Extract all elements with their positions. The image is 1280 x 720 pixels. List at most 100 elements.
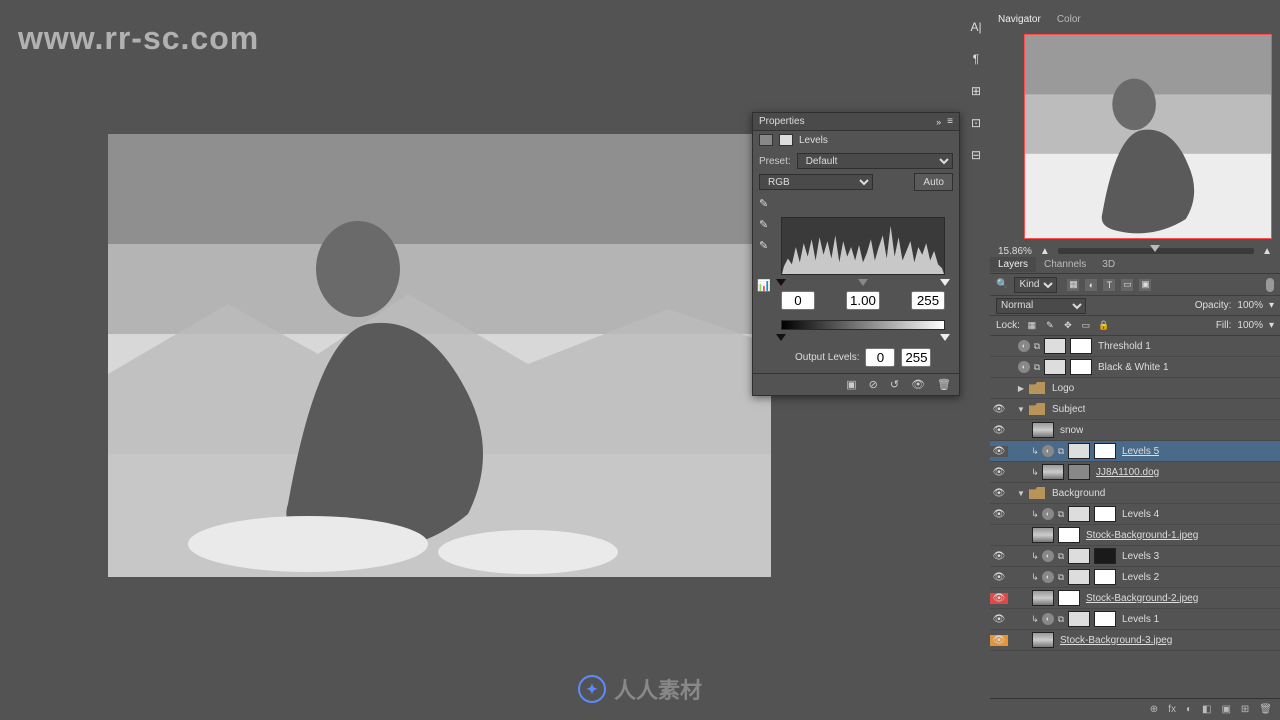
layer-mask-thumbnail[interactable] [1068, 464, 1090, 480]
input-black-field[interactable] [781, 291, 815, 310]
layer-name[interactable]: Levels 3 [1122, 551, 1159, 562]
layer-mask-thumbnail[interactable] [1058, 590, 1080, 606]
layer-name[interactable]: JJ8A1100.dog [1096, 467, 1159, 478]
toolstrip-icon-1[interactable]: ¶ [966, 50, 986, 68]
tab-color[interactable]: Color [1049, 12, 1089, 27]
layer-name[interactable]: Subject [1052, 404, 1085, 415]
fill-dropdown-icon[interactable]: ▾ [1269, 320, 1274, 331]
black-point-slider[interactable] [776, 279, 786, 286]
toolstrip-icon-0[interactable]: A| [966, 18, 986, 36]
layer-mask-thumbnail[interactable] [1094, 569, 1116, 585]
filter-shape-icon[interactable]: ▭ [1121, 279, 1133, 291]
histogram-warning-icon[interactable]: 📊 [757, 279, 771, 292]
group-disclosure-icon[interactable]: ▶ [1016, 384, 1026, 393]
layers-footer-icon-2[interactable]: ◐ [1186, 704, 1192, 715]
layer-mask-thumbnail[interactable] [1058, 527, 1080, 543]
document-canvas[interactable] [108, 134, 771, 577]
link-icon[interactable]: ⧉ [1056, 509, 1066, 520]
layers-footer-icon-0[interactable]: ⊕ [1150, 704, 1158, 715]
properties-footer-icon-2[interactable]: ↺ [890, 378, 899, 391]
link-icon[interactable]: ⧉ [1056, 614, 1066, 625]
lock-all-icon[interactable]: 🔒 [1098, 320, 1110, 332]
layer-visibility-toggle[interactable]: 👁 [990, 404, 1008, 415]
layer-name[interactable]: Levels 2 [1122, 572, 1159, 583]
filter-icon[interactable]: 🔍 [996, 279, 1008, 290]
lock-artboard-icon[interactable]: ▭ [1080, 320, 1092, 332]
layer-visibility-toggle[interactable]: 👁 [990, 467, 1008, 478]
layer-name[interactable]: snow [1060, 425, 1083, 436]
layer-row-9[interactable]: Stock-Background-1.jpeg [990, 525, 1280, 546]
layer-thumbnail[interactable] [1032, 422, 1054, 438]
layers-footer-icon-1[interactable]: fx [1168, 704, 1176, 715]
layer-visibility-toggle[interactable]: 👁 [990, 572, 1008, 583]
layer-visibility-toggle[interactable]: 👁 [990, 425, 1008, 436]
preset-select[interactable]: Default [797, 153, 953, 169]
zoom-out-icon[interactable]: ▲ [1040, 246, 1050, 257]
layer-visibility-toggle[interactable]: 👁 [990, 509, 1008, 520]
layer-row-4[interactable]: 👁 snow [990, 420, 1280, 441]
zoom-value[interactable]: 15.86% [998, 246, 1032, 257]
lock-transparency-icon[interactable]: ▦ [1026, 320, 1038, 332]
layer-thumbnail[interactable] [1032, 632, 1054, 648]
layer-name[interactable]: Logo [1052, 383, 1074, 394]
link-icon[interactable]: ⧉ [1056, 551, 1066, 562]
layer-row-7[interactable]: 👁▼Background [990, 483, 1280, 504]
layer-visibility-toggle[interactable]: 👁 [990, 635, 1008, 646]
white-point-slider[interactable] [940, 279, 950, 286]
toolstrip-icon-3[interactable]: ⊡ [966, 114, 986, 132]
link-icon[interactable]: ⧉ [1056, 446, 1066, 457]
layer-thumbnail[interactable] [1068, 548, 1090, 564]
output-gradient[interactable] [781, 320, 945, 330]
layer-mask-thumbnail[interactable] [1094, 506, 1116, 522]
tab-channels[interactable]: Channels [1036, 257, 1094, 272]
layer-name[interactable]: Levels 4 [1122, 509, 1159, 520]
lock-paint-icon[interactable]: ✎ [1044, 320, 1056, 332]
layer-row-6[interactable]: 👁↳JJ8A1100.dog [990, 462, 1280, 483]
layer-thumbnail[interactable] [1068, 569, 1090, 585]
layer-row-5[interactable]: 👁↳◐⧉Levels 5 [990, 441, 1280, 462]
white-eyedropper-icon[interactable]: ✎ [759, 239, 768, 252]
properties-footer-icon-0[interactable]: ▣ [846, 378, 856, 391]
lock-position-icon[interactable]: ✥ [1062, 320, 1074, 332]
layer-name[interactable]: Stock-Background-1.jpeg [1086, 530, 1198, 541]
input-white-field[interactable] [911, 291, 945, 310]
properties-footer-icon-1[interactable]: ⊘ [869, 378, 878, 391]
layer-visibility-toggle[interactable]: 👁 [990, 488, 1008, 499]
layer-row-10[interactable]: 👁↳◐⧉Levels 3 [990, 546, 1280, 567]
layer-thumbnail[interactable] [1032, 527, 1054, 543]
layer-name[interactable]: Levels 5 [1122, 446, 1159, 457]
output-white-field[interactable] [901, 348, 931, 367]
layer-thumbnail[interactable] [1044, 338, 1066, 354]
output-white-slider[interactable] [940, 334, 950, 341]
blend-mode-select[interactable]: Normal [996, 298, 1086, 314]
output-black-field[interactable] [865, 348, 895, 367]
link-icon[interactable]: ⧉ [1032, 362, 1042, 373]
layers-footer-icon-4[interactable]: ▣ [1221, 704, 1230, 715]
layer-mask-thumbnail[interactable] [1094, 548, 1116, 564]
layer-visibility-toggle[interactable]: 👁 [990, 593, 1008, 604]
input-mid-field[interactable] [846, 291, 880, 310]
layer-row-1[interactable]: ◐⧉Black & White 1 [990, 357, 1280, 378]
layer-name[interactable]: Black & White 1 [1098, 362, 1169, 373]
filter-smart-icon[interactable]: ▣ [1139, 279, 1151, 291]
layer-name[interactable]: Stock-Background-3.jpeg [1060, 635, 1172, 646]
filter-kind-select[interactable]: Kind [1014, 277, 1057, 293]
filter-toggle[interactable] [1266, 278, 1274, 292]
channel-select[interactable]: RGB [759, 174, 873, 190]
layer-thumbnail[interactable] [1042, 464, 1064, 480]
layer-mask-thumbnail[interactable] [1070, 359, 1092, 375]
layer-thumbnail[interactable] [1032, 590, 1054, 606]
layer-visibility-toggle[interactable]: 👁 [990, 614, 1008, 625]
layer-name[interactable]: Background [1052, 488, 1105, 499]
layer-mask-thumbnail[interactable] [1094, 443, 1116, 459]
layer-mask-thumbnail[interactable] [1094, 611, 1116, 627]
layer-visibility-toggle[interactable]: 👁 [990, 446, 1008, 457]
filter-pixel-icon[interactable]: ▦ [1067, 279, 1079, 291]
navigator-preview[interactable] [1024, 34, 1272, 239]
layers-footer-icon-5[interactable]: ⊞ [1241, 704, 1249, 715]
link-icon[interactable]: ⧉ [1032, 341, 1042, 352]
histogram[interactable] [781, 217, 945, 275]
properties-collapse-icon[interactable]: » [936, 117, 941, 127]
layer-name[interactable]: Threshold 1 [1098, 341, 1151, 352]
layer-row-8[interactable]: 👁↳◐⧉Levels 4 [990, 504, 1280, 525]
